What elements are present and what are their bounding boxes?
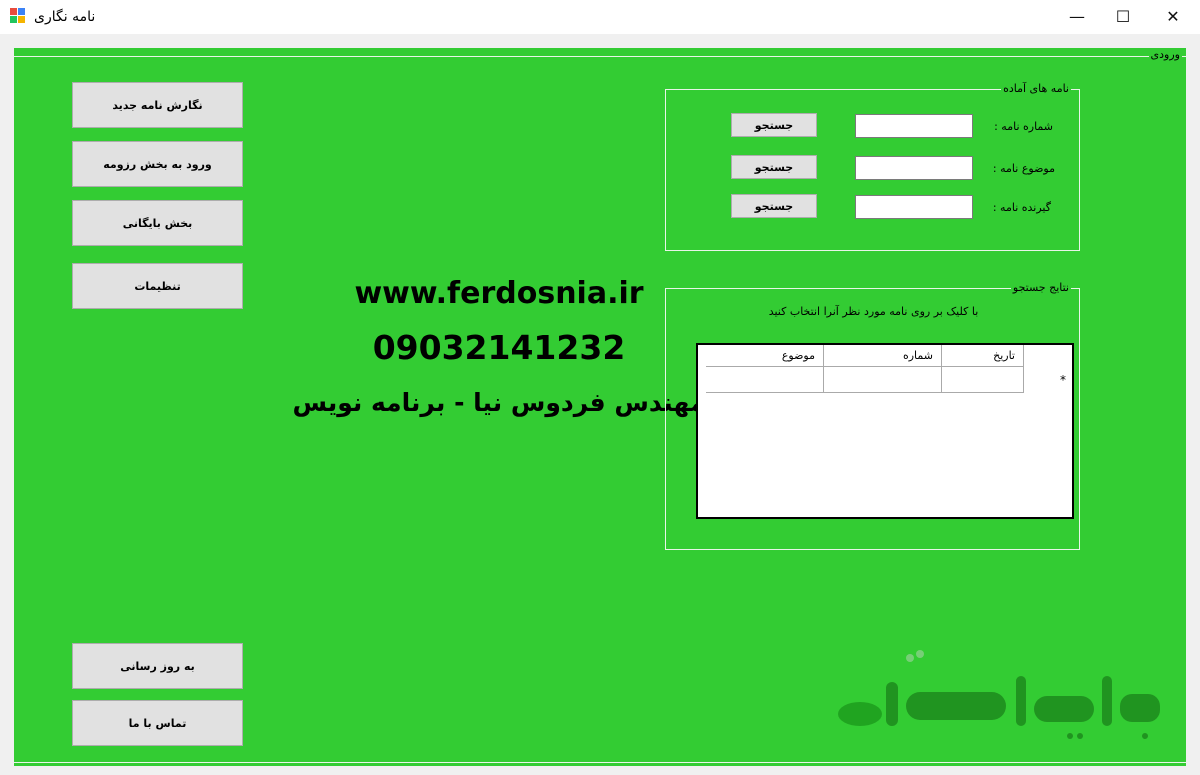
window-title: نامه نگاری (34, 9, 96, 25)
pasokh-logo (820, 636, 1170, 748)
ready-letters-title: نامه های آماده (1001, 82, 1071, 95)
title-bar: نامه نگاری — ☐ ✕ (0, 0, 1200, 34)
results-hint: با کلیک بر روی نامه مورد نظر آنرا انتخاب… (768, 305, 979, 318)
letter-number-input[interactable] (855, 114, 973, 138)
ready-letters-group: نامه های آماده شماره نامه : جستجو موضوع … (665, 82, 1080, 251)
column-header-subject[interactable]: موضوع (706, 345, 824, 367)
search-subject-button[interactable]: جستجو (731, 155, 817, 179)
new-letter-button[interactable]: نگارش نامه جدید (72, 82, 243, 128)
cell-date[interactable] (942, 367, 1024, 393)
search-number-button[interactable]: جستجو (731, 113, 817, 137)
frame-label: ورودی (1148, 48, 1182, 61)
archive-button[interactable]: بخش بایگانی (72, 200, 243, 246)
letter-subject-label: موضوع نامه : (992, 162, 1055, 175)
search-recipient-button[interactable]: جستجو (731, 194, 817, 218)
search-results-group: نتایج جستجو با کلیک بر روی نامه مورد نظر… (665, 281, 1080, 550)
letter-recipient-label: گیرنده نامه : (992, 201, 1051, 214)
close-button[interactable]: ✕ (1150, 0, 1196, 34)
maximize-button[interactable]: ☐ (1100, 0, 1146, 34)
cell-subject[interactable] (706, 367, 824, 393)
column-header-date[interactable]: تاریخ (942, 345, 1024, 367)
app-icon (10, 8, 27, 25)
frame-top-line (14, 56, 1186, 57)
frame-bottom-line (14, 762, 1186, 763)
journal-button[interactable]: ورود به بخش رزومه (72, 141, 243, 187)
letter-subject-input[interactable] (855, 156, 973, 180)
update-button[interactable]: به روز رسانی (72, 643, 243, 689)
cell-number[interactable] (824, 367, 942, 393)
results-grid[interactable]: تاریخ شماره موضوع * (696, 343, 1074, 519)
contact-button[interactable]: تماس با ما (72, 700, 243, 746)
letter-number-label: شماره نامه : (994, 120, 1053, 133)
minimize-button[interactable]: — (1054, 0, 1100, 34)
column-header-number[interactable]: شماره (824, 345, 942, 367)
letter-recipient-input[interactable] (855, 195, 973, 219)
search-results-title: نتایج جستجو (1010, 281, 1071, 294)
new-row-marker: * (1060, 373, 1066, 387)
